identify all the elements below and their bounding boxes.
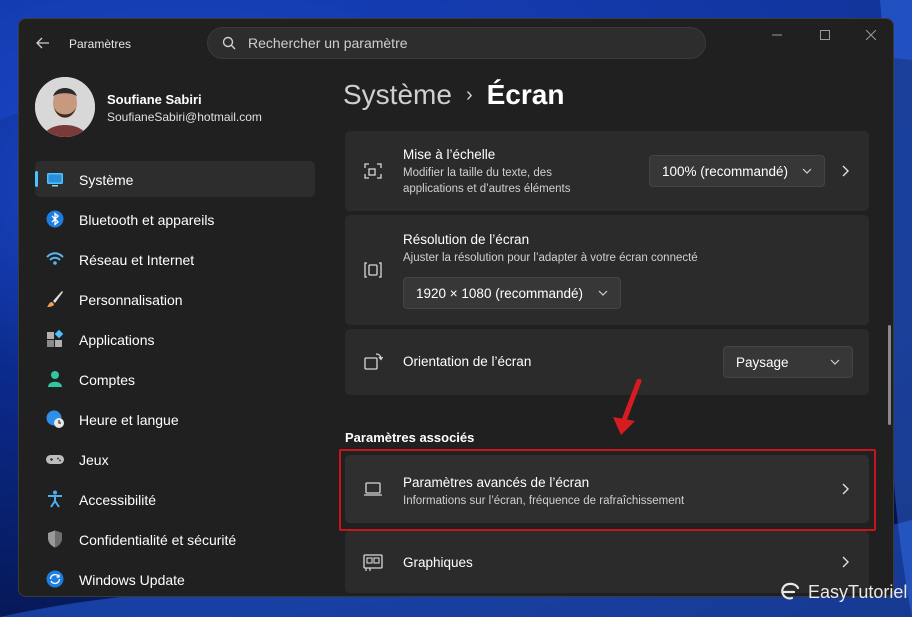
scale-subtitle-line1: Modifier la taille du texte, des	[403, 167, 552, 179]
arrow-left-icon	[36, 37, 49, 49]
display-icon	[47, 173, 63, 187]
sidebar-item-label: Accessibilité	[79, 492, 157, 508]
resolution-icon	[364, 262, 382, 278]
sidebar-item-comptes[interactable]: Comptes	[35, 361, 315, 397]
easytutoriel-logo-icon	[781, 582, 800, 600]
maximize-button[interactable]	[807, 25, 843, 45]
orientation-title: Orientation de l’écran	[403, 354, 532, 369]
sidebar-item-label: Système	[79, 172, 134, 188]
title-bar: Paramètres	[19, 19, 893, 67]
search-input[interactable]	[248, 28, 688, 58]
back-button[interactable]	[29, 31, 57, 55]
sidebar-item-windows-update[interactable]: Windows Update	[35, 561, 315, 596]
sidebar-item-heure[interactable]: Heure et langue	[35, 401, 315, 437]
scale-icon	[364, 163, 382, 179]
resolution-title: Résolution de l’écran	[403, 232, 530, 247]
sidebar-item-personnalisation[interactable]: Personnalisation	[35, 281, 315, 317]
accessibility-icon	[48, 490, 62, 508]
chevron-down-icon	[598, 290, 608, 296]
maximize-icon	[820, 30, 830, 40]
apps-icon	[47, 329, 64, 347]
chevron-right-icon	[842, 556, 849, 568]
scale-dropdown[interactable]: 100% (recommandé)	[649, 155, 825, 187]
page-title: Écran	[486, 79, 565, 110]
sidebar-nav: Système Bluetooth et appareils Réseau et…	[35, 161, 315, 596]
sidebar-item-label: Comptes	[79, 372, 136, 388]
annotation-arrow-icon	[613, 379, 642, 435]
scale-dropdown-value: 100% (recommandé)	[662, 163, 789, 179]
resolution-dropdown[interactable]: 1920 × 1080 (recommandé)	[403, 277, 621, 309]
avatar[interactable]	[35, 77, 95, 137]
breadcrumb-separator: ›	[465, 83, 473, 106]
gamepad-icon	[46, 455, 64, 464]
scale-subtitle-line2: applications et d’autres éléments	[403, 183, 571, 195]
chevron-down-icon	[830, 359, 840, 365]
sidebar-item-reseau[interactable]: Réseau et Internet	[35, 241, 315, 277]
sidebar-item-label: Personnalisation	[79, 292, 183, 308]
sidebar-item-label: Jeux	[79, 452, 109, 468]
close-button[interactable]	[853, 25, 889, 45]
settings-window: Paramètres Soufiane Sabiri SoufianeS	[18, 18, 894, 597]
sidebar-item-label: Bluetooth et appareils	[79, 212, 215, 228]
graphics-card-icon	[363, 554, 383, 571]
annotation-highlight-box	[339, 449, 876, 531]
sidebar-item-jeux[interactable]: Jeux	[35, 441, 315, 477]
app-title: Paramètres	[69, 37, 132, 51]
resolution-dropdown-value: 1920 × 1080 (recommandé)	[416, 285, 583, 301]
watermark: EasyTutoriel	[778, 580, 907, 604]
person-icon	[48, 371, 62, 387]
sidebar-item-accessibilite[interactable]: Accessibilité	[35, 481, 315, 517]
update-icon	[46, 570, 64, 588]
sidebar-item-bluetooth[interactable]: Bluetooth et appareils	[35, 201, 315, 237]
resolution-subtitle: Ajuster la résolution pour l’adapter à v…	[403, 252, 698, 264]
content-scrollbar[interactable]	[888, 325, 891, 425]
sidebar-item-label: Heure et langue	[79, 412, 179, 428]
orientation-dropdown-value: Paysage	[736, 354, 789, 370]
close-icon	[866, 30, 876, 40]
orientation-icon	[364, 353, 383, 370]
sidebar-item-label: Applications	[79, 332, 155, 348]
user-email: SoufianeSabiri@hotmail.com	[107, 110, 262, 124]
minimize-button[interactable]	[759, 25, 795, 45]
orientation-dropdown[interactable]: Paysage	[723, 346, 853, 378]
scale-title: Mise à l’échelle	[403, 147, 496, 162]
breadcrumb: Système › Écran	[343, 79, 564, 111]
paintbrush-icon	[47, 291, 63, 307]
orientation-setting-card: Orientation de l’écran Paysage	[345, 329, 869, 395]
bluetooth-icon	[46, 210, 64, 228]
user-name: Soufiane Sabiri	[107, 92, 202, 107]
chevron-down-icon	[802, 168, 812, 174]
minimize-icon	[772, 34, 782, 36]
scale-setting-card[interactable]: Mise à l’échelle Modifier la taille du t…	[345, 131, 869, 211]
sidebar-item-systeme[interactable]: Système	[35, 161, 315, 197]
graphics-title: Graphiques	[403, 555, 473, 570]
shield-icon	[48, 530, 62, 548]
watermark-text: EasyTutoriel	[808, 581, 908, 602]
breadcrumb-parent[interactable]: Système	[343, 79, 452, 111]
wifi-icon	[46, 252, 64, 265]
sidebar-item-applications[interactable]: Applications	[35, 321, 315, 357]
sidebar-item-label: Confidentialité et sécurité	[79, 532, 237, 548]
chevron-right-icon[interactable]	[840, 164, 850, 178]
related-settings-heading: Paramètres associés	[345, 430, 475, 445]
globe-clock-icon	[46, 410, 64, 428]
resolution-setting-card: Résolution de l’écran Ajuster la résolut…	[345, 215, 869, 325]
sidebar-item-label: Windows Update	[79, 572, 185, 588]
user-photo-icon	[35, 77, 95, 137]
sidebar-item-label: Réseau et Internet	[79, 252, 195, 268]
search-box[interactable]	[207, 27, 706, 59]
sidebar-item-confidentialite[interactable]: Confidentialité et sécurité	[35, 521, 315, 557]
search-icon	[222, 36, 236, 50]
